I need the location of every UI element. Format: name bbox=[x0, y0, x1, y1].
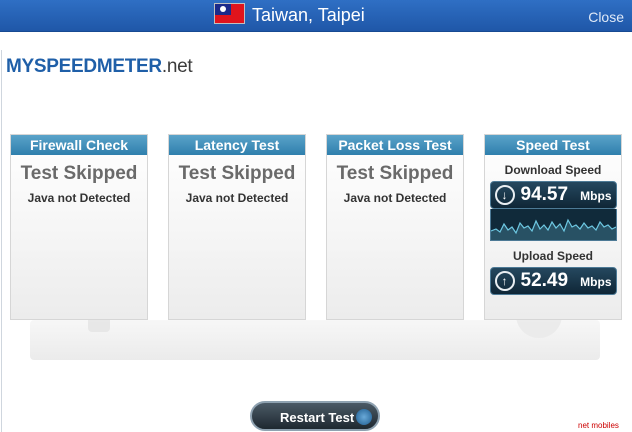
speed-test-panel: Speed Test Download Speed ↓ 94.57 Mbps U… bbox=[484, 134, 622, 320]
download-speed-value: 94.57 bbox=[520, 184, 569, 205]
title-bar: Taiwan, Taipei Close bbox=[0, 0, 632, 32]
panel-title: Packet Loss Test bbox=[327, 135, 463, 155]
stage-background bbox=[30, 320, 600, 360]
panel-status: Test Skipped bbox=[178, 163, 296, 184]
panel-title: Firewall Check bbox=[11, 135, 147, 155]
upload-speed-label: Upload Speed bbox=[512, 249, 593, 263]
panel-status: Test Skipped bbox=[20, 163, 138, 184]
location-title: Taiwan, Taipei bbox=[252, 5, 365, 25]
panel-title: Speed Test bbox=[485, 135, 621, 155]
panel-detail: Java not Detected bbox=[185, 191, 289, 205]
panel-title: Latency Test bbox=[169, 135, 305, 155]
packet-loss-test-panel: Packet Loss Test Test Skipped Java not D… bbox=[326, 134, 464, 320]
speed-graph-line bbox=[490, 218, 616, 240]
restart-test-label: Restart Test bbox=[280, 410, 355, 425]
download-speed-unit: Mbps bbox=[580, 189, 612, 203]
download-speed-graph bbox=[489, 209, 617, 241]
firewall-check-panel: Firewall Check Test Skipped Java not Det… bbox=[10, 134, 148, 320]
panel-detail: Java not Detected bbox=[27, 191, 131, 205]
upload-arrow-icon: ↑ bbox=[494, 271, 515, 291]
restart-test-button[interactable]: Restart Test bbox=[250, 401, 380, 431]
panel-status: Test Skipped bbox=[336, 163, 454, 184]
panel-detail: Java not Detected bbox=[343, 191, 447, 205]
download-speed-readout: ↓ 94.57 Mbps bbox=[489, 181, 617, 209]
upload-speed-value: 52.49 bbox=[520, 270, 569, 291]
latency-test-panel: Latency Test Test Skipped Java not Detec… bbox=[168, 134, 306, 320]
restart-dot-icon bbox=[356, 409, 372, 425]
upload-speed-readout: ↑ 52.49 Mbps bbox=[489, 267, 617, 295]
close-button[interactable]: Close bbox=[588, 9, 624, 25]
logo[interactable]: MYSPEEDMETER.net bbox=[6, 56, 193, 78]
upload-speed-unit: Mbps bbox=[580, 275, 612, 289]
footer-link[interactable]: net mobiles bbox=[578, 421, 619, 430]
download-speed-label: Download Speed bbox=[504, 163, 602, 177]
download-arrow-icon: ↓ bbox=[494, 185, 515, 205]
taiwan-flag-icon bbox=[214, 3, 245, 24]
